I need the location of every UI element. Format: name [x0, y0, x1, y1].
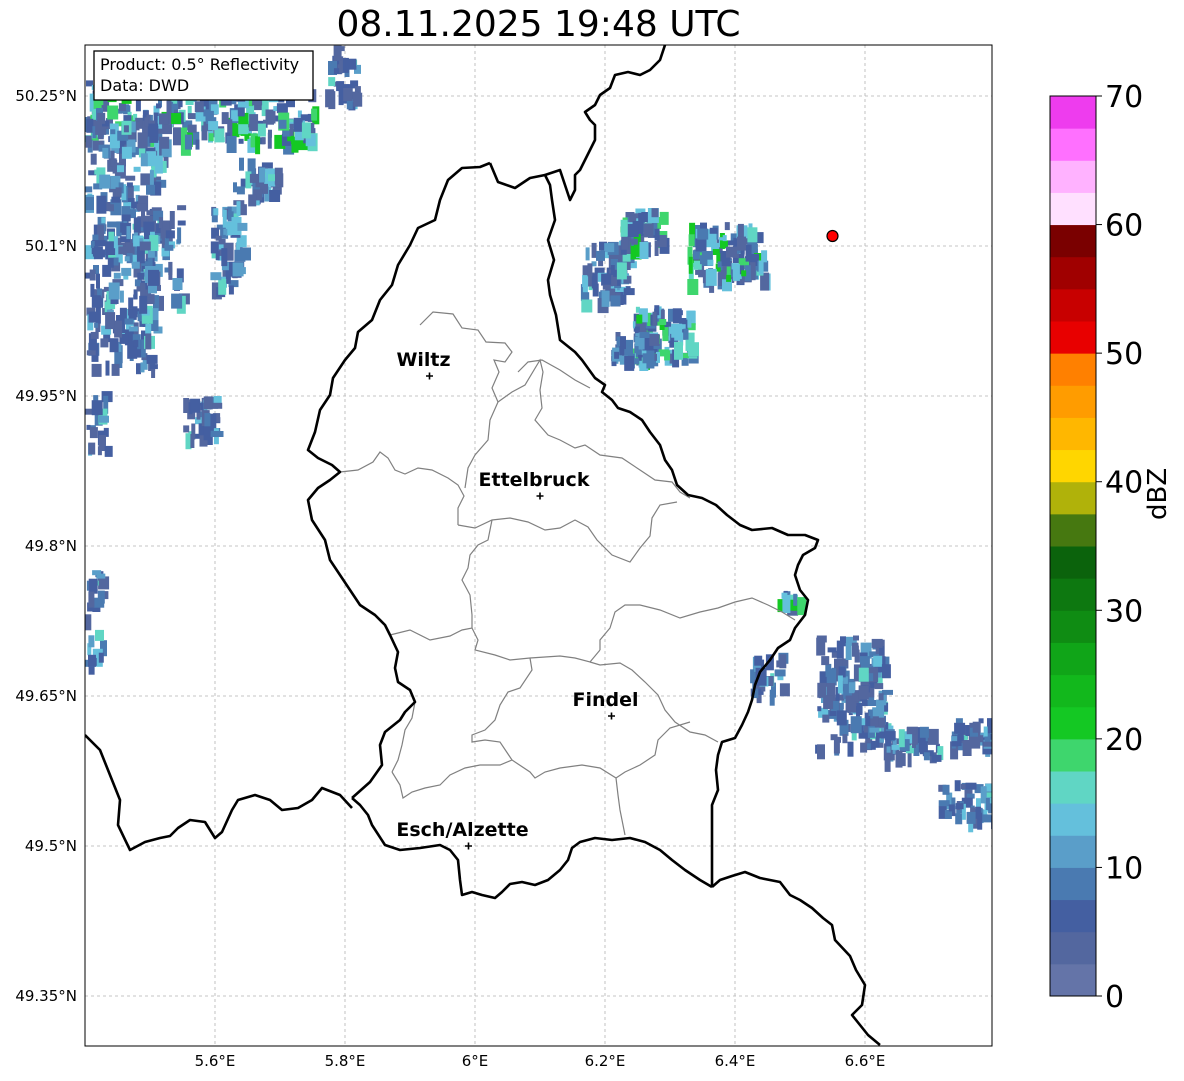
- y-tick-label: 49.5°N: [25, 837, 77, 855]
- country-borders: [85, 45, 881, 1046]
- city-ettelbruck: Ettelbruck: [479, 469, 590, 500]
- colorbar-segment: [1050, 899, 1096, 933]
- colorbar-segment: [1050, 192, 1096, 226]
- city-label: Esch/Alzette: [396, 819, 528, 841]
- colorbar-segment: [1050, 738, 1096, 772]
- x-tick-label: 6°E: [462, 1052, 489, 1070]
- colorbar-segment: [1050, 256, 1096, 290]
- city-esch-alzette: Esch/Alzette: [396, 819, 529, 850]
- y-tick-label: 49.65°N: [15, 687, 77, 705]
- colorbar-segment: [1050, 160, 1096, 193]
- radar-site-marker: [826, 229, 839, 243]
- colorbar-segment: [1050, 771, 1096, 804]
- colorbar-segment: [1050, 706, 1096, 740]
- map-frame: [84, 44, 993, 1047]
- city-marker: [536, 492, 544, 500]
- colorbar-segment: [1050, 931, 1096, 965]
- colorbar-segment: [1050, 610, 1096, 643]
- colorbar-segment: [1050, 674, 1096, 708]
- grid-lines: [85, 45, 992, 1046]
- colorbar: [1050, 96, 1096, 997]
- colorbar-segment: [1050, 546, 1096, 579]
- y-tick-label: 49.95°N: [15, 387, 77, 405]
- y-tick-label: 50.25°N: [15, 87, 77, 105]
- city-marker: [426, 372, 433, 380]
- colorbar-segment: [1050, 803, 1096, 836]
- colorbar-segment: [1050, 288, 1096, 322]
- colorbar-segment: [1050, 321, 1096, 354]
- info-data-source: Data: DWD: [100, 76, 189, 95]
- colorbar-tick-label: 0: [1105, 980, 1124, 1015]
- x-tick-label: 6.6°E: [845, 1052, 886, 1070]
- colorbar-segment: [1050, 224, 1096, 258]
- city-findel: Findel: [572, 689, 639, 720]
- colorbar-tick-label: 70: [1105, 80, 1143, 115]
- colorbar-tick-label: 20: [1105, 723, 1143, 758]
- colorbar-segment: [1050, 481, 1096, 515]
- city-marker: [465, 842, 472, 850]
- colorbar-segment: [1050, 963, 1096, 997]
- city-markers: Wiltz Ettelbruck Findel Esch/Alzette: [396, 349, 639, 850]
- x-tick-label: 5.6°E: [195, 1052, 236, 1070]
- canton-borders: [339, 311, 796, 836]
- city-label: Ettelbruck: [479, 469, 590, 491]
- colorbar-segment: [1050, 578, 1096, 611]
- colorbar-segment: [1050, 835, 1096, 868]
- colorbar-tick-label: 40: [1105, 466, 1143, 501]
- colorbar-segment: [1050, 417, 1096, 451]
- x-tick-label: 5.8°E: [325, 1052, 366, 1070]
- y-tick-label: 49.35°N: [15, 987, 77, 1005]
- colorbar-tick-label: 50: [1105, 337, 1143, 372]
- info-product: Product: 0.5° Reflectivity: [100, 55, 299, 74]
- x-tick-label: 6.2°E: [585, 1052, 626, 1070]
- colorbar-segment: [1050, 385, 1096, 418]
- radar-echoes: [85, 45, 992, 833]
- x-tick-label: 6.4°E: [715, 1052, 756, 1070]
- colorbar-segment: [1050, 642, 1096, 676]
- colorbar-tick-label: 30: [1105, 594, 1143, 629]
- radar-map-figure: Wiltz Ettelbruck Findel Esch/Alzette 5.6°E 5…: [15, 44, 1143, 1070]
- city-marker: [608, 712, 615, 720]
- city-wiltz: Wiltz: [396, 349, 451, 380]
- colorbar-segment: [1050, 353, 1096, 386]
- city-label: Findel: [572, 689, 638, 711]
- info-box: Product: 0.5° Reflectivity Data: DWD: [93, 50, 314, 101]
- colorbar-label: dBZ: [1143, 467, 1173, 520]
- colorbar-segment: [1050, 128, 1096, 161]
- colorbar-ticks: 0 10 20 30 40 50 60 70: [1096, 80, 1143, 1015]
- colorbar-segment: [1050, 96, 1096, 129]
- city-label: Wiltz: [396, 349, 450, 371]
- colorbar-segment: [1050, 449, 1096, 483]
- colorbar-tick-label: 10: [1105, 851, 1143, 886]
- colorbar-segment: [1050, 867, 1096, 901]
- colorbar-segment: [1050, 513, 1096, 547]
- y-tick-label: 49.8°N: [25, 537, 77, 555]
- y-tick-label: 50.1°N: [25, 237, 77, 255]
- colorbar-tick-label: 60: [1105, 209, 1143, 244]
